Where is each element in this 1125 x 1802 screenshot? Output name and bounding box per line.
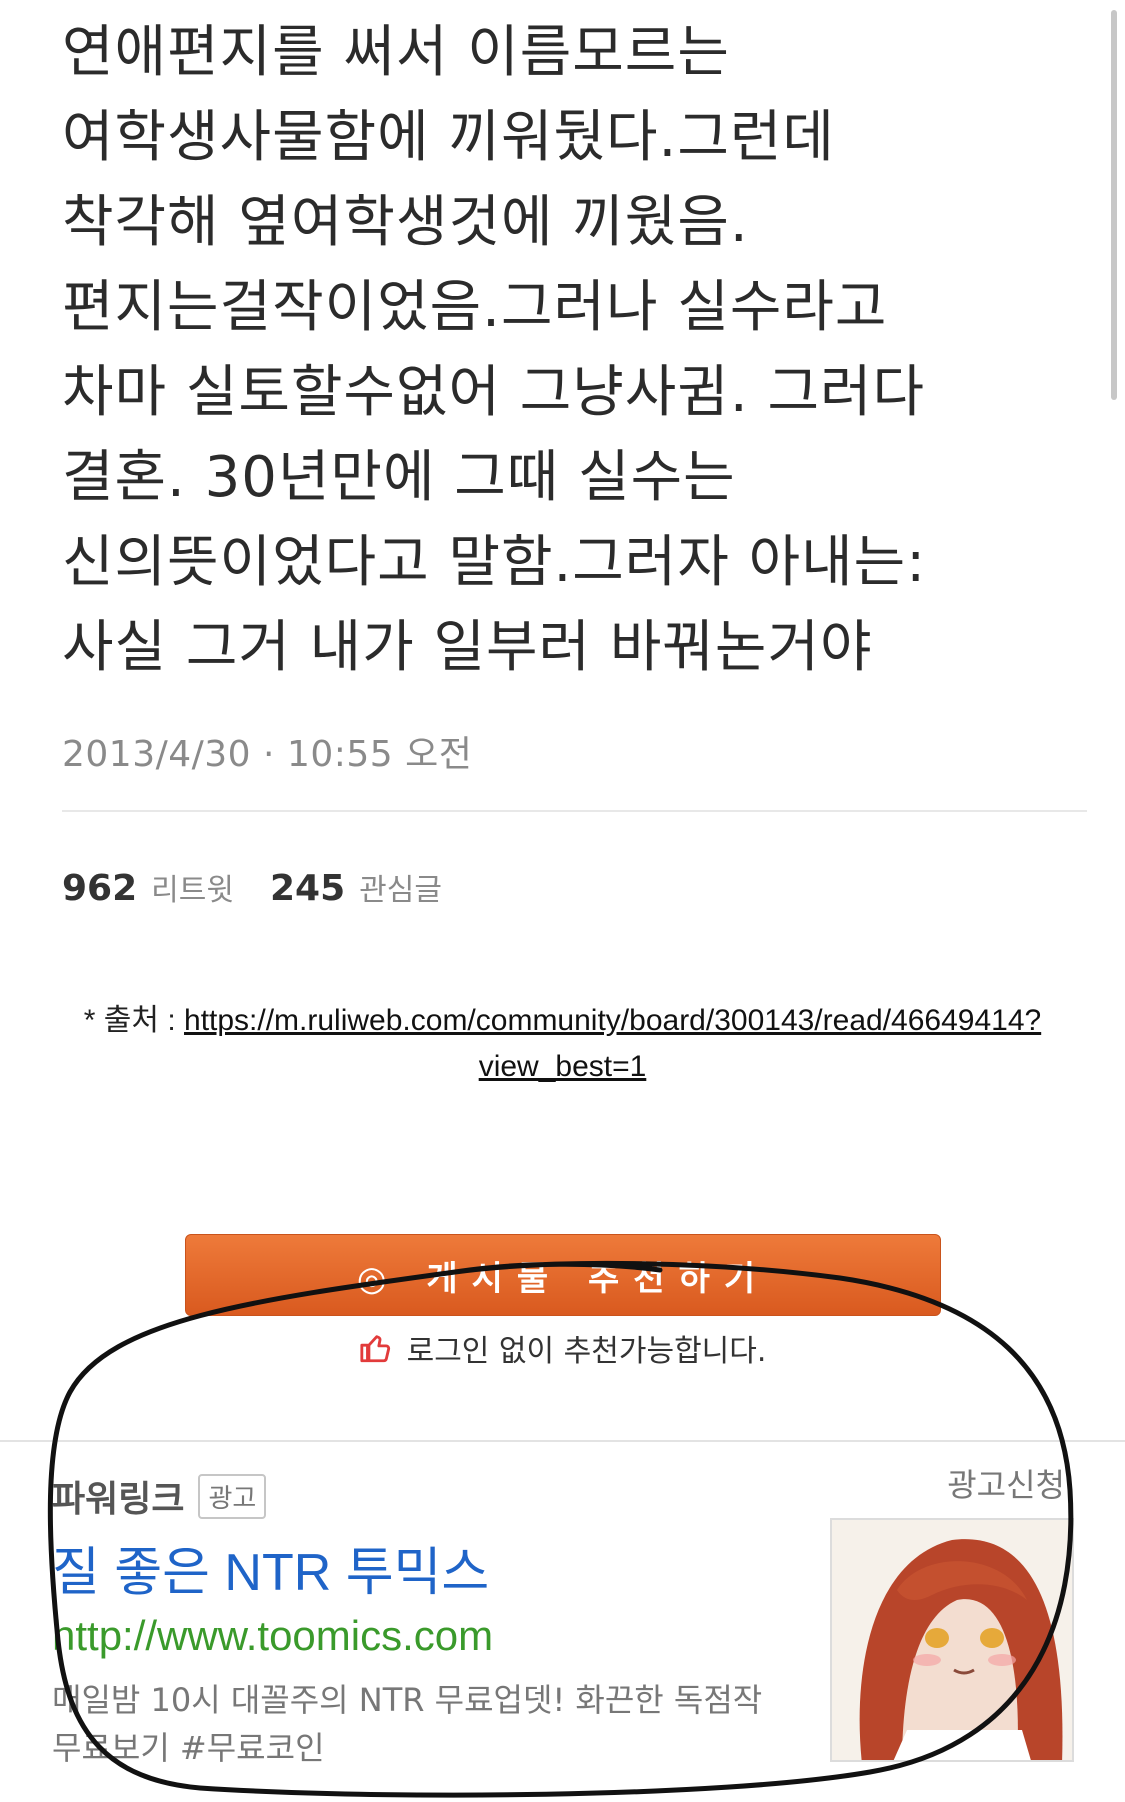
ad-apply-link[interactable]: 광고신청: [947, 1460, 1065, 1506]
tweet-line: 신의뜻이었다고 말함.그러자 아내는:: [62, 530, 927, 595]
ad-badge: 광고: [198, 1473, 267, 1519]
tweet-line: 착각해 옆여학생것에 끼웠음.: [62, 190, 749, 255]
ad-url-link[interactable]: http://www.toomics.com: [52, 1612, 493, 1660]
retweet-stat: 962 리트윗: [62, 865, 234, 909]
retweet-label: 리트윗: [151, 873, 234, 908]
tweet-line: 사실 그거 내가 일부러 바꿔논거야: [62, 615, 873, 680]
tweet-text: 연애편지를 써서 이름모르는 여학생사물함에 끼워뒀다.그런데 착각해 옆여학생…: [62, 10, 1062, 690]
tweet-line: 여학생사물함에 끼워뒀다.그런데: [62, 105, 835, 170]
tweet-line: 편지는걸작이었음.그러나 실수라고: [62, 275, 888, 340]
like-label: 관심글: [359, 873, 442, 908]
ad-title-link[interactable]: 질 좋은 NTR 투믹스: [52, 1530, 489, 1605]
tweet-line: 연애편지를 써서 이름모르는: [62, 20, 730, 85]
retweet-count: 962: [62, 868, 138, 909]
section-divider: [0, 1440, 1125, 1442]
thumbs-up-icon: [360, 1335, 390, 1363]
like-stat: 245 관심글: [270, 865, 442, 909]
tweet-stats: 962 리트윗 245 관심글: [62, 865, 442, 909]
ad-thumbnail-image[interactable]: [830, 1518, 1074, 1762]
ad-description-line: 매일밤 10시 대꼴주의 NTR 무료업뎃! 화끈한 독점작: [52, 1681, 763, 1719]
powerlink-label: 파워링크: [52, 1479, 185, 1520]
tweet-divider: [62, 810, 1087, 812]
recommend-button[interactable]: ◎ 게시물 추천하기: [185, 1234, 941, 1316]
ad-description: 매일밤 10시 대꼴주의 NTR 무료업뎃! 화끈한 독점작 무료보기 #무료코…: [52, 1676, 822, 1772]
tweet-date: 2013/4/30: [62, 734, 252, 775]
tweet-line: 차마 실토할수없어 그냥사귐. 그러다: [62, 360, 926, 425]
anime-girl-illustration: [832, 1520, 1072, 1760]
ad-description-line: 무료보기 #무료코인: [52, 1729, 325, 1767]
recommend-note: 로그인 없이 추천가능합니다.: [0, 1326, 1125, 1370]
tweet-time: 10:55 오전: [286, 734, 473, 775]
meta-separator: ·: [263, 734, 287, 775]
tweet-timestamp: 2013/4/30 · 10:55 오전: [62, 725, 472, 777]
recommend-note-text: 로그인 없이 추천가능합니다.: [406, 1334, 767, 1369]
source-credit: * 출처 : https://m.ruliweb.com/community/b…: [0, 998, 1125, 1090]
source-link[interactable]: https://m.ruliweb.com/community/board/30…: [184, 1004, 1041, 1037]
tweet-line: 결혼. 30년만에 그때 실수는: [62, 445, 736, 510]
scrollbar[interactable]: [1111, 10, 1117, 400]
source-link-continued[interactable]: view_best=1: [479, 1050, 647, 1083]
source-prefix: * 출처 :: [83, 1004, 185, 1037]
tweet-screenshot: 연애편지를 써서 이름모르는 여학생사물함에 끼워뒀다.그런데 착각해 옆여학생…: [0, 0, 1125, 940]
ad-header: 파워링크 광고: [52, 1470, 267, 1522]
like-count: 245: [269, 868, 346, 909]
